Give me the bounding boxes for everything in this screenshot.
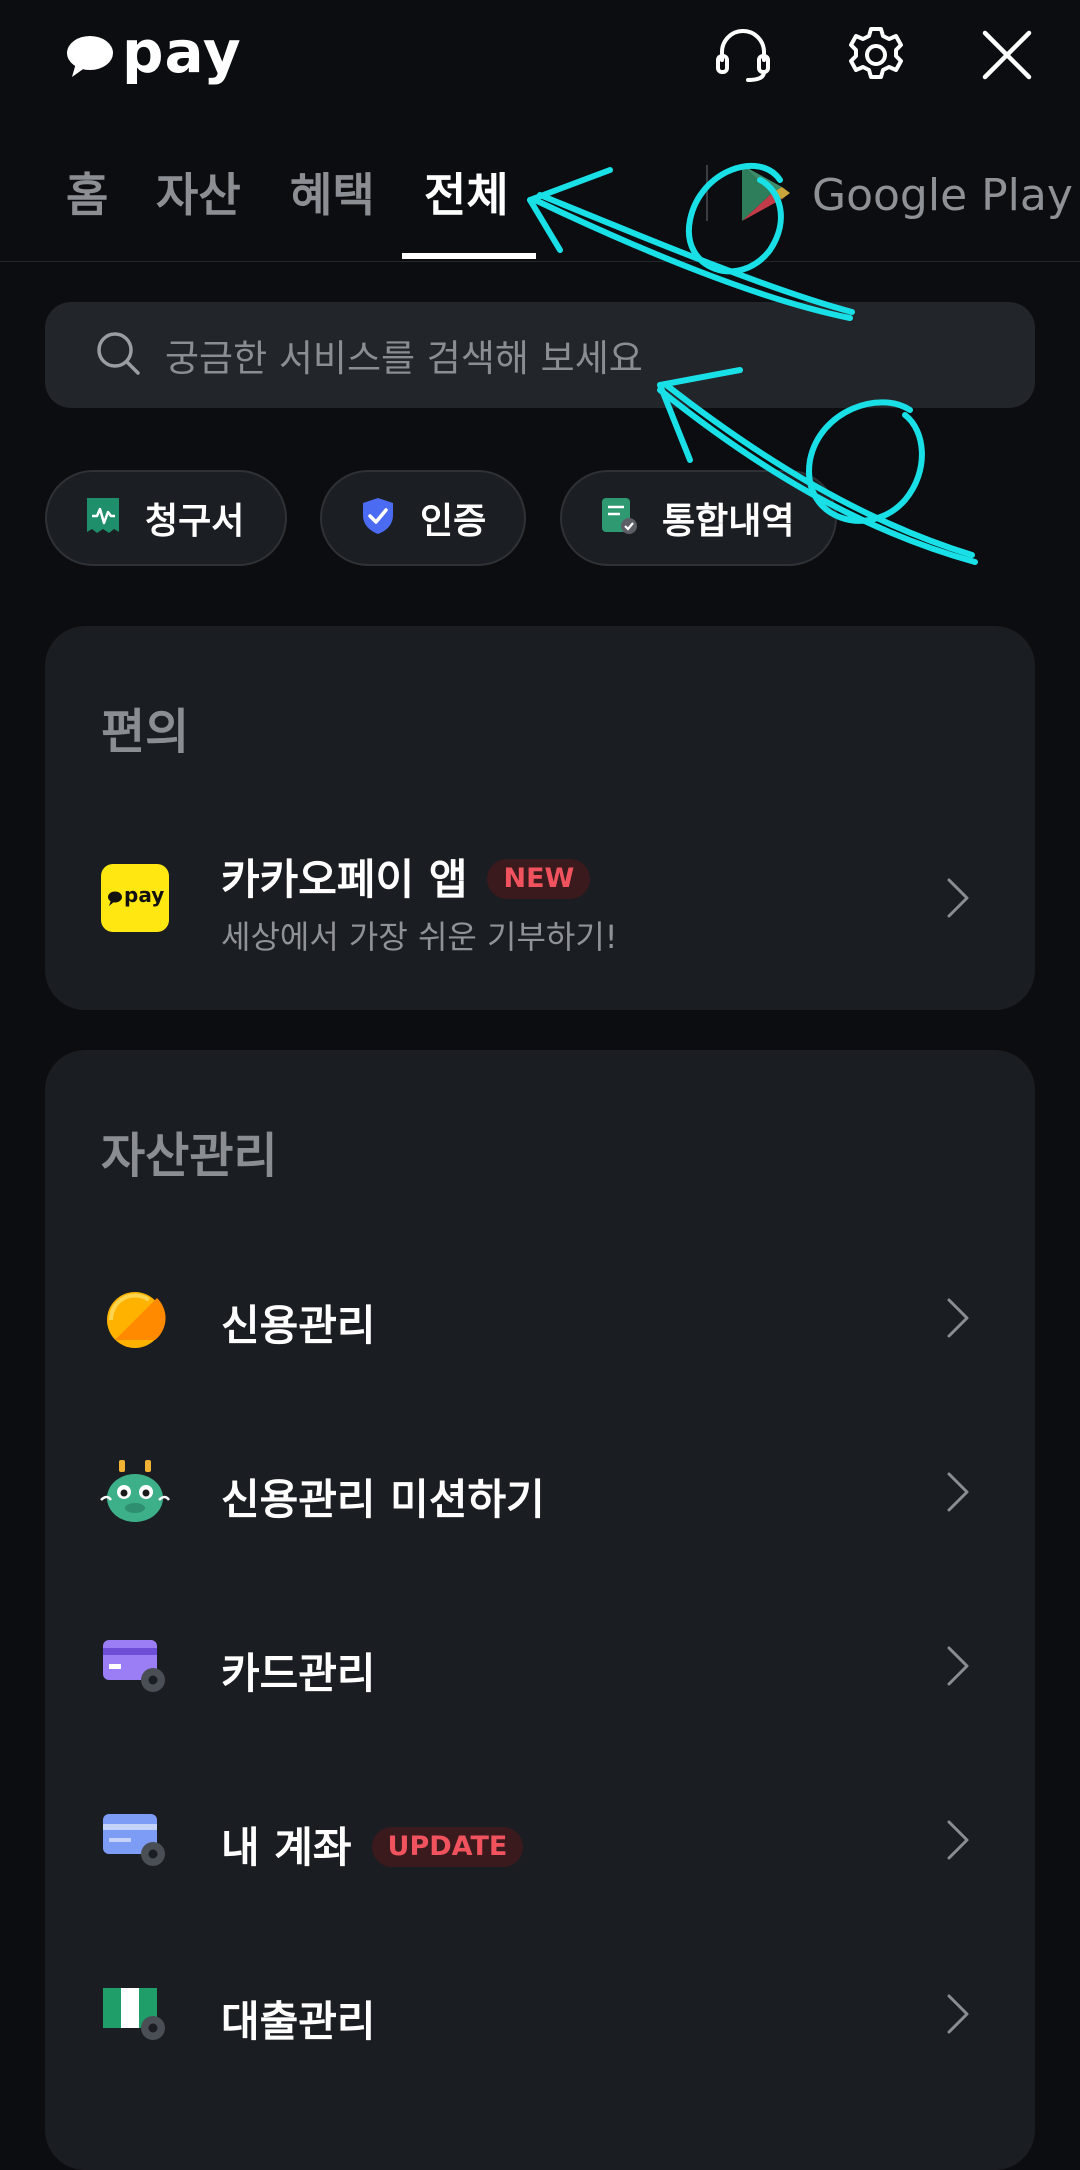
- annotation-arrows: [527, 162, 978, 565]
